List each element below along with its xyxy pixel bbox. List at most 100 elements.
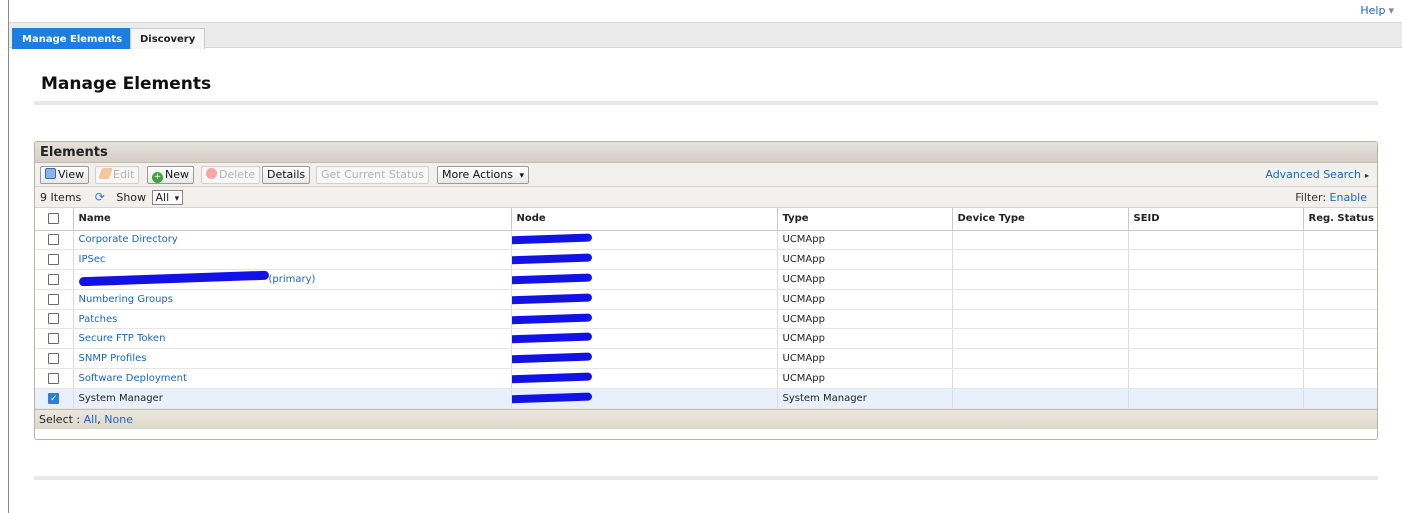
help-label[interactable]: Help [1360,4,1385,17]
show-select[interactable]: All ▾ [151,190,184,205]
more-actions-button[interactable]: More Actions ▾ [437,166,529,184]
row-checkbox[interactable] [48,372,60,384]
row-checkbox[interactable] [48,273,60,285]
element-name[interactable]: Software Deployment [79,373,187,384]
edit-button[interactable]: Edit [95,166,140,184]
redaction-mark [511,293,592,305]
seid-cell [1128,388,1304,409]
device-type-cell [952,328,1129,350]
redaction-mark [511,332,592,344]
chevron-right-icon: ▸ [1364,171,1369,180]
help-link[interactable]: Help ▾ [1360,4,1394,17]
table-row[interactable]: Patches UCMApp [35,309,1377,330]
name-cell[interactable]: IPSec [73,249,512,271]
device-type-cell [952,269,1129,290]
name-cell[interactable]: Numbering Groups [73,289,512,310]
advanced-search-label[interactable]: Advanced Search [1265,168,1361,181]
column-header-reg-status[interactable]: Reg. Status [1303,208,1377,231]
tab-manage-elements[interactable]: Manage Elements [12,28,133,49]
table-header-row: Name Node Type Device Type SEID Reg. Sta… [35,208,1377,231]
element-name[interactable]: Corporate Directory [79,234,178,245]
redaction-mark [511,313,592,325]
row-checkbox-cell[interactable] [35,289,74,310]
column-header-name[interactable]: Name [73,208,512,231]
device-type-cell [952,249,1129,271]
column-header-seid[interactable]: SEID [1128,208,1304,231]
column-header-node[interactable]: Node [511,208,778,231]
table-row[interactable]: IPSec UCMApp [35,249,1377,271]
row-checkbox-cell[interactable] [35,249,74,271]
seid-cell [1128,289,1304,310]
elements-table: Name Node Type Device Type SEID Reg. Sta… [35,208,1377,409]
table-row[interactable]: Corporate Directory UCMApp [35,230,1377,251]
details-button[interactable]: Details [262,166,311,184]
delete-button[interactable]: Delete [201,166,261,184]
new-button[interactable]: + New [147,166,194,184]
name-cell[interactable]: Patches [73,309,512,330]
refresh-icon[interactable]: ⟳ [95,187,105,208]
element-name[interactable]: SNMP Profiles [79,353,147,364]
element-name[interactable]: IPSec [79,254,106,265]
row-checkbox-cell[interactable] [35,309,74,330]
reg-status-cell [1303,309,1377,330]
device-type-cell [952,368,1129,389]
row-checkbox[interactable]: ✓ [48,392,60,404]
table-row[interactable]: Numbering Groups UCMApp [35,289,1377,310]
device-type-cell [952,309,1129,330]
row-checkbox-cell[interactable] [35,269,74,290]
element-name[interactable]: Secure FTP Token [79,333,166,344]
table-row[interactable]: Software Deployment UCMApp [35,368,1377,389]
tab-discovery[interactable]: Discovery [130,28,206,49]
row-checkbox[interactable] [48,293,60,305]
select-label: Select : [39,412,81,426]
new-label: New [165,168,189,181]
view-icon [45,168,56,179]
column-header-type[interactable]: Type [777,208,953,231]
name-cell[interactable]: (primary) [73,269,512,290]
redaction-mark [511,273,592,285]
advanced-search-link[interactable]: Advanced Search ▸ [1265,168,1369,181]
element-name[interactable]: Numbering Groups [79,294,173,305]
row-checkbox[interactable] [48,352,60,364]
reg-status-cell [1303,289,1377,310]
name-cell[interactable]: Corporate Directory [73,230,512,251]
row-checkbox[interactable] [48,313,60,325]
select-all-link[interactable]: All [84,413,98,426]
select-all-checkbox[interactable] [48,213,60,224]
reg-status-cell [1303,368,1377,389]
element-name[interactable]: Patches [79,314,118,325]
row-checkbox-cell[interactable] [35,230,74,251]
delete-icon [206,168,217,179]
divider [34,476,1378,480]
select-none-link[interactable]: None [104,413,133,426]
chevron-down-icon: ▾ [519,171,524,181]
row-checkbox-cell[interactable]: ✓ [35,388,74,409]
seid-cell [1128,368,1304,389]
element-name[interactable]: (primary) [269,274,316,285]
table-row[interactable]: (primary) UCMApp [35,269,1377,290]
show-select-value: All [155,191,170,204]
name-cell[interactable]: Secure FTP Token [73,328,512,350]
table-row[interactable]: Secure FTP Token UCMApp [35,328,1377,350]
select-all-header[interactable] [35,208,74,231]
device-type-cell [952,230,1129,251]
seid-cell [1128,348,1304,370]
row-checkbox[interactable] [48,333,60,345]
redaction-mark [511,352,592,364]
view-button[interactable]: View [40,166,90,184]
left-border [8,0,9,513]
row-checkbox[interactable] [48,234,60,246]
row-checkbox[interactable] [48,253,60,265]
row-checkbox-cell[interactable] [35,368,74,389]
reg-status-cell [1303,328,1377,350]
filter-enable-link[interactable]: Enable [1330,191,1367,204]
name-cell[interactable]: SNMP Profiles [73,348,512,370]
table-row[interactable]: ✓ System Manager System Manager [35,388,1377,409]
table-row[interactable]: SNMP Profiles UCMApp [35,348,1377,370]
name-cell[interactable]: Software Deployment [73,368,512,389]
row-checkbox-cell[interactable] [35,348,74,370]
column-header-device-type[interactable]: Device Type [952,208,1129,231]
get-current-status-button[interactable]: Get Current Status [316,166,429,184]
toolbar: View Edit + New Delete Details Get Curren… [35,163,1377,187]
row-checkbox-cell[interactable] [35,328,74,350]
